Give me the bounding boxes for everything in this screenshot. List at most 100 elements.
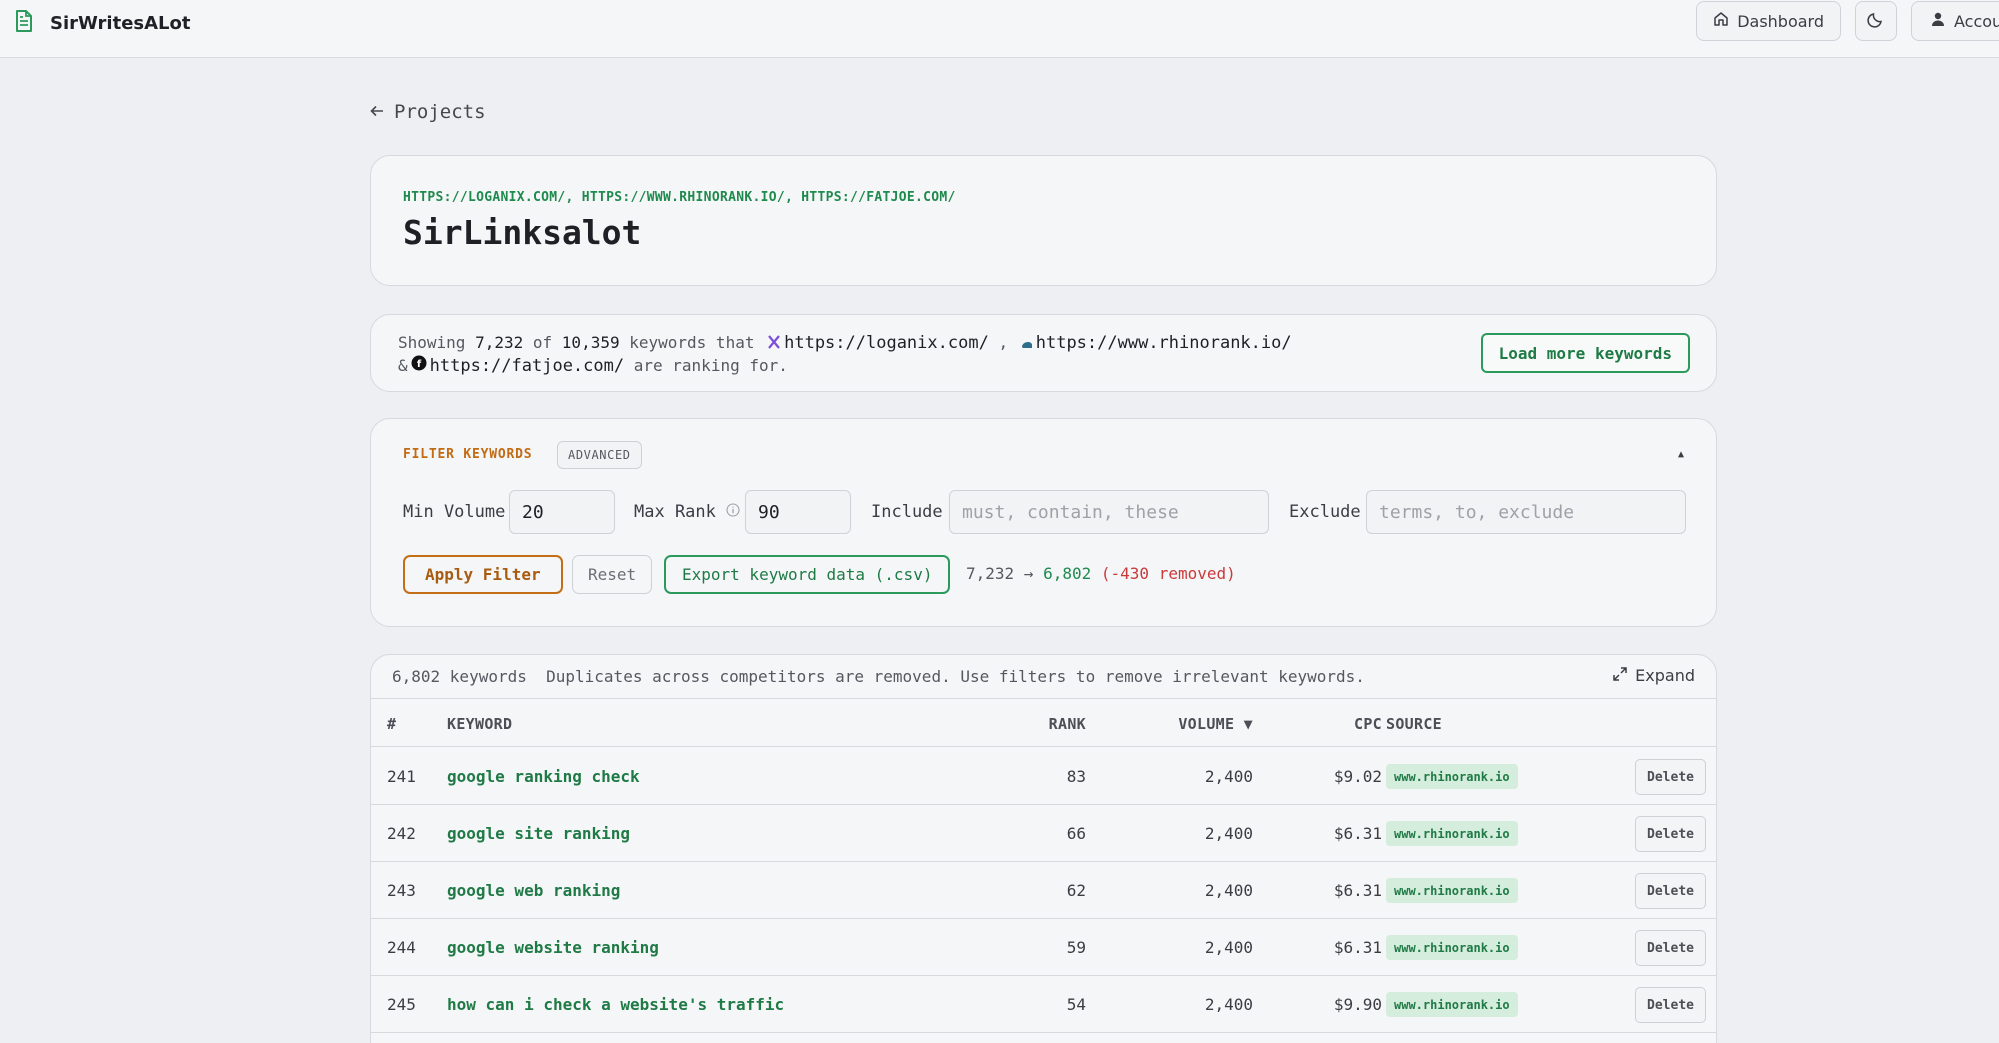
moon-icon	[1867, 10, 1885, 32]
loganix-favicon-icon	[767, 333, 781, 355]
back-label: Projects	[394, 101, 486, 123]
advanced-badge[interactable]: ADVANCED	[557, 441, 642, 469]
rank-value: 83	[1066, 767, 1086, 786]
rank-value: 54	[1066, 995, 1086, 1014]
min-volume-label: Min Volume	[403, 502, 506, 522]
source-badge: www.rhinorank.io	[1386, 821, 1518, 846]
delta-to: 6,802	[1043, 564, 1092, 583]
back-to-projects-link[interactable]: Projects	[370, 101, 486, 123]
col-volume-sorted[interactable]: VOLUME ▼	[1131, 715, 1253, 733]
dashboard-label: Dashboard	[1737, 11, 1824, 31]
keyword-count: 6,802 keywords	[392, 667, 527, 686]
delete-keyword-button[interactable]: Delete	[1635, 873, 1706, 909]
table-row: 242 google site ranking 66 2,400 $6.31 www.rh…	[371, 805, 1716, 862]
app-name: SirWritesALot	[50, 12, 191, 34]
cpc-value: $6.31	[1333, 938, 1382, 957]
project-title: SirLinksalot	[403, 213, 642, 252]
arrow-left-icon	[370, 101, 384, 123]
duplicates-note: Duplicates across competitors are remove…	[546, 667, 1365, 686]
delete-keyword-button[interactable]: Delete	[1635, 987, 1706, 1023]
apply-filter-button[interactable]: Apply Filter	[403, 555, 563, 594]
table-row: 243 google web ranking 62 2,400 $6.31 www.rhi…	[371, 862, 1716, 919]
project-header-card: HTTPS://LOGANIX.COM/, HTTPS://WWW.RHINOR…	[370, 155, 1717, 286]
competitor-site-3: https://fatjoe.com/	[429, 355, 625, 376]
export-csv-button[interactable]: Export keyword data (.csv)	[664, 555, 951, 594]
filter-result-delta: 7,232 → 6,802 (-430 removed)	[966, 564, 1236, 583]
table-info: 6,802 keywords Duplicates across competi…	[392, 667, 1365, 686]
col-keyword[interactable]: KEYWORD	[447, 715, 512, 733]
summary-ampersand: &	[398, 355, 408, 375]
filter-title: FILTER KEYWORDS	[403, 447, 533, 462]
summary-comma: ,	[998, 333, 1009, 352]
dashboard-button[interactable]: Dashboard	[1696, 1, 1841, 41]
rank-value: 66	[1066, 824, 1086, 843]
delete-keyword-button[interactable]: Delete	[1635, 759, 1706, 795]
keyword-table-card: 6,802 keywords Duplicates across competi…	[370, 654, 1717, 1043]
delete-keyword-button[interactable]: Delete	[1635, 930, 1706, 966]
account-label: Account	[1954, 11, 1999, 31]
summary-showing: Showing	[398, 333, 466, 352]
cpc-value: $6.31	[1333, 881, 1382, 900]
info-icon[interactable]	[726, 502, 740, 522]
table-row: 241 google ranking check 83 2,400 $9.02 www.r…	[371, 748, 1716, 805]
keyword-link[interactable]: google site ranking	[447, 824, 630, 843]
summary-shown-count: 7,232	[475, 333, 524, 352]
theme-toggle-button[interactable]	[1855, 1, 1897, 41]
user-icon	[1930, 11, 1946, 31]
keyword-link[interactable]: google ranking check	[447, 767, 640, 786]
delete-keyword-button[interactable]: Delete	[1635, 816, 1706, 852]
collapse-filter-icon[interactable]: ▲	[1678, 449, 1684, 460]
load-more-keywords-button[interactable]: Load more keywords	[1480, 333, 1690, 373]
exclude-label: Exclude	[1289, 502, 1361, 522]
cpc-value: $6.31	[1333, 824, 1382, 843]
exclude-terms-input[interactable]	[1366, 490, 1686, 534]
reset-button[interactable]: Reset	[572, 555, 653, 594]
summary-mid: keywords that	[629, 333, 755, 352]
volume-value: 2,400	[1204, 824, 1253, 843]
competitor-site-2: https://www.rhinorank.io/	[1035, 333, 1292, 353]
expand-button[interactable]: Expand	[1613, 666, 1695, 685]
volume-value: 2,400	[1204, 767, 1253, 786]
summary-total-count: 10,359	[561, 333, 620, 352]
col-source[interactable]: SOURCE	[1386, 715, 1442, 733]
volume-value: 2,400	[1204, 881, 1253, 900]
delta-from: 7,232 →	[966, 564, 1034, 583]
max-rank-label: Max Rank	[634, 502, 716, 522]
filter-card: FILTER KEYWORDS ADVANCED ▲ Min Volume Ma…	[370, 418, 1717, 627]
keyword-link[interactable]: google web ranking	[447, 881, 620, 900]
svg-text:f: f	[416, 359, 421, 370]
fatjoe-favicon-icon: f	[411, 355, 427, 377]
account-button[interactable]: Account	[1911, 1, 1999, 41]
col-cpc[interactable]: CPC	[1271, 715, 1382, 733]
competitor-site-1: https://loganix.com/	[784, 333, 989, 353]
row-number: 245	[387, 995, 416, 1014]
max-rank-input[interactable]	[745, 490, 851, 534]
delta-removed: (-430 removed)	[1100, 564, 1236, 583]
summary-of: of	[532, 333, 553, 352]
source-badge: www.rhinorank.io	[1386, 878, 1518, 903]
volume-value: 2,400	[1204, 995, 1253, 1014]
keyword-link[interactable]: google website ranking	[447, 938, 659, 957]
keyword-link[interactable]: how can i check a website's traffic	[447, 995, 784, 1014]
summary-text: Showing 7,232 of 10,359 keywords that ht…	[398, 332, 1292, 377]
source-badge: www.rhinorank.io	[1386, 992, 1518, 1017]
table-toolbar: 6,802 keywords Duplicates across competi…	[371, 655, 1716, 699]
expand-icon	[1613, 666, 1627, 685]
source-badge: www.rhinorank.io	[1386, 935, 1518, 960]
home-icon	[1713, 11, 1729, 31]
brand[interactable]: SirWritesALot	[14, 9, 191, 37]
top-bar: SirWritesALot Dashboard Account	[0, 0, 1999, 58]
table-row: 245 how can i check a website's traffic 54…	[371, 976, 1716, 1033]
col-rank[interactable]: RANK	[971, 715, 1086, 733]
rank-value: 59	[1066, 938, 1086, 957]
include-terms-input[interactable]	[949, 490, 1269, 534]
max-rank-label-group: Max Rank	[634, 502, 740, 522]
rank-value: 62	[1066, 881, 1086, 900]
project-urls: HTTPS://LOGANIX.COM/, HTTPS://WWW.RHINOR…	[403, 190, 956, 205]
min-volume-input[interactable]	[509, 490, 615, 534]
table-row: 244 google website ranking 59 2,400 $6.31 www…	[371, 919, 1716, 976]
volume-value: 2,400	[1204, 938, 1253, 957]
col-number: #	[387, 715, 397, 733]
summary-tail: are ranking for.	[633, 355, 788, 375]
cpc-value: $9.02	[1333, 767, 1382, 786]
